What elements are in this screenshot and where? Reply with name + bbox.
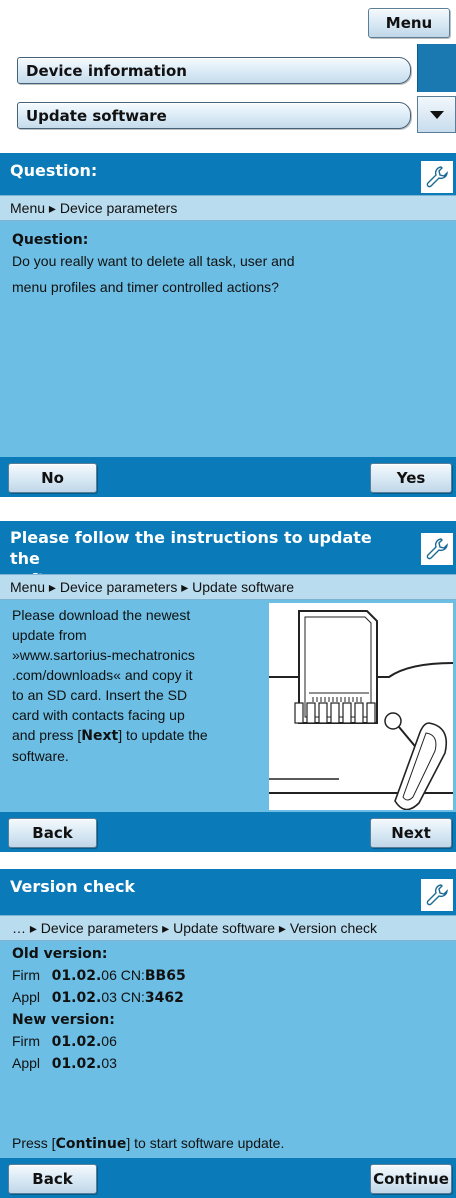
dialog-title-line: Please follow the instructions to update… bbox=[10, 528, 372, 568]
menu-item-device-information[interactable]: Device information bbox=[17, 57, 411, 84]
version-rest: 06 bbox=[101, 1033, 117, 1049]
update-instructions-dialog: Please follow the instructions to update… bbox=[0, 521, 456, 852]
yes-button[interactable]: Yes bbox=[370, 463, 452, 493]
instruction-text: and press [ bbox=[12, 727, 82, 743]
back-button[interactable]: Back bbox=[8, 818, 97, 848]
instruction-text: ] to update the bbox=[118, 727, 208, 743]
continue-button[interactable]: Continue bbox=[370, 1164, 452, 1194]
question-line: menu profiles and timer controlled actio… bbox=[12, 279, 279, 295]
new-appl-row: Appl 01.02.03 bbox=[12, 1053, 186, 1075]
question-line: Do you really want to delete all task, u… bbox=[12, 253, 295, 269]
question-body: Question: Do you really want to delete a… bbox=[12, 229, 295, 298]
dialog-title: Version check bbox=[0, 869, 456, 915]
hint-bold: Continue bbox=[55, 1136, 127, 1152]
firm-label: Firm bbox=[12, 1033, 40, 1049]
appl-label: Appl bbox=[12, 989, 41, 1005]
no-button[interactable]: No bbox=[8, 463, 97, 493]
old-appl-row: Appl 01.02.03 CN:3462 bbox=[12, 987, 186, 1009]
wrench-icon[interactable] bbox=[421, 533, 453, 565]
instruction-line: software. bbox=[12, 748, 69, 764]
instruction-line: Please download the newest bbox=[12, 607, 191, 623]
old-firm-row: Firm 01.02.06 CN:BB65 bbox=[12, 965, 186, 987]
instructions-text: Please download the newest update from »… bbox=[12, 605, 208, 766]
back-button[interactable]: Back bbox=[8, 1164, 97, 1194]
new-version-heading: New version: bbox=[12, 1012, 115, 1028]
instruction-line: to an SD card. Insert the SD bbox=[12, 687, 188, 703]
hint-text: Press [ bbox=[12, 1135, 56, 1151]
breadcrumb: … ▸ Device parameters ▸ Update software … bbox=[0, 915, 456, 941]
version-bold: 01.02. bbox=[51, 968, 102, 984]
instruction-bold: Next bbox=[81, 728, 119, 744]
dialog-title-text: Version check bbox=[10, 877, 136, 896]
arrow-down-icon bbox=[429, 110, 444, 119]
hint-text: ] to start software update. bbox=[126, 1135, 285, 1151]
version-rest: 06 CN: bbox=[101, 967, 145, 983]
new-firm-row: Firm 01.02.06 bbox=[12, 1031, 186, 1053]
version-bold: 01.02. bbox=[51, 990, 102, 1006]
version-code: BB65 bbox=[144, 968, 186, 984]
dialog-title: Question: bbox=[0, 153, 456, 195]
instruction-line: update from bbox=[12, 627, 87, 643]
menu-item-update-software[interactable]: Update software bbox=[17, 102, 411, 129]
version-code: 3462 bbox=[144, 990, 184, 1006]
continue-hint: Press [Continue] to start software updat… bbox=[12, 1133, 284, 1155]
scroll-down-button[interactable] bbox=[417, 96, 456, 133]
version-info: Old version: Firm 01.02.06 CN:BB65 Appl … bbox=[12, 943, 186, 1075]
instruction-line: card with contacts facing up bbox=[12, 707, 185, 723]
old-version-heading: Old version: bbox=[12, 946, 108, 962]
instruction-line: and press [Next] to update the bbox=[12, 725, 208, 746]
wrench-icon[interactable] bbox=[421, 879, 453, 911]
next-button[interactable]: Next bbox=[370, 818, 452, 848]
firm-label: Firm bbox=[12, 967, 40, 983]
question-dialog: Question: Menu ▸ Device parameters Quest… bbox=[0, 153, 456, 497]
sd-card-illustration bbox=[269, 603, 454, 811]
menu-button[interactable]: Menu bbox=[368, 8, 450, 38]
dialog-footer: Back Continue bbox=[0, 1158, 456, 1198]
dialog-footer: Back Next bbox=[0, 812, 456, 852]
instruction-line: »www.sartorius-mechatronics bbox=[12, 647, 195, 663]
appl-label: Appl bbox=[12, 1055, 41, 1071]
version-bold: 01.02. bbox=[51, 1056, 102, 1072]
dialog-title: Please follow the instructions to update… bbox=[0, 521, 456, 589]
dialog-footer: No Yes bbox=[0, 457, 456, 497]
version-bold: 01.02. bbox=[51, 1034, 102, 1050]
version-rest: 03 CN: bbox=[101, 989, 145, 1005]
breadcrumb: Menu ▸ Device parameters bbox=[0, 195, 456, 221]
question-heading: Question: bbox=[12, 232, 89, 248]
version-check-dialog: Version check … ▸ Device parameters ▸ Up… bbox=[0, 869, 456, 1198]
dialog-title-text: Question: bbox=[10, 161, 98, 180]
instruction-line: .com/downloads« and copy it bbox=[12, 667, 193, 683]
wrench-icon[interactable] bbox=[421, 161, 453, 193]
version-rest: 03 bbox=[101, 1055, 117, 1071]
breadcrumb: Menu ▸ Device parameters ▸ Update softwa… bbox=[0, 574, 456, 600]
scrollbar-thumb[interactable] bbox=[417, 44, 456, 92]
